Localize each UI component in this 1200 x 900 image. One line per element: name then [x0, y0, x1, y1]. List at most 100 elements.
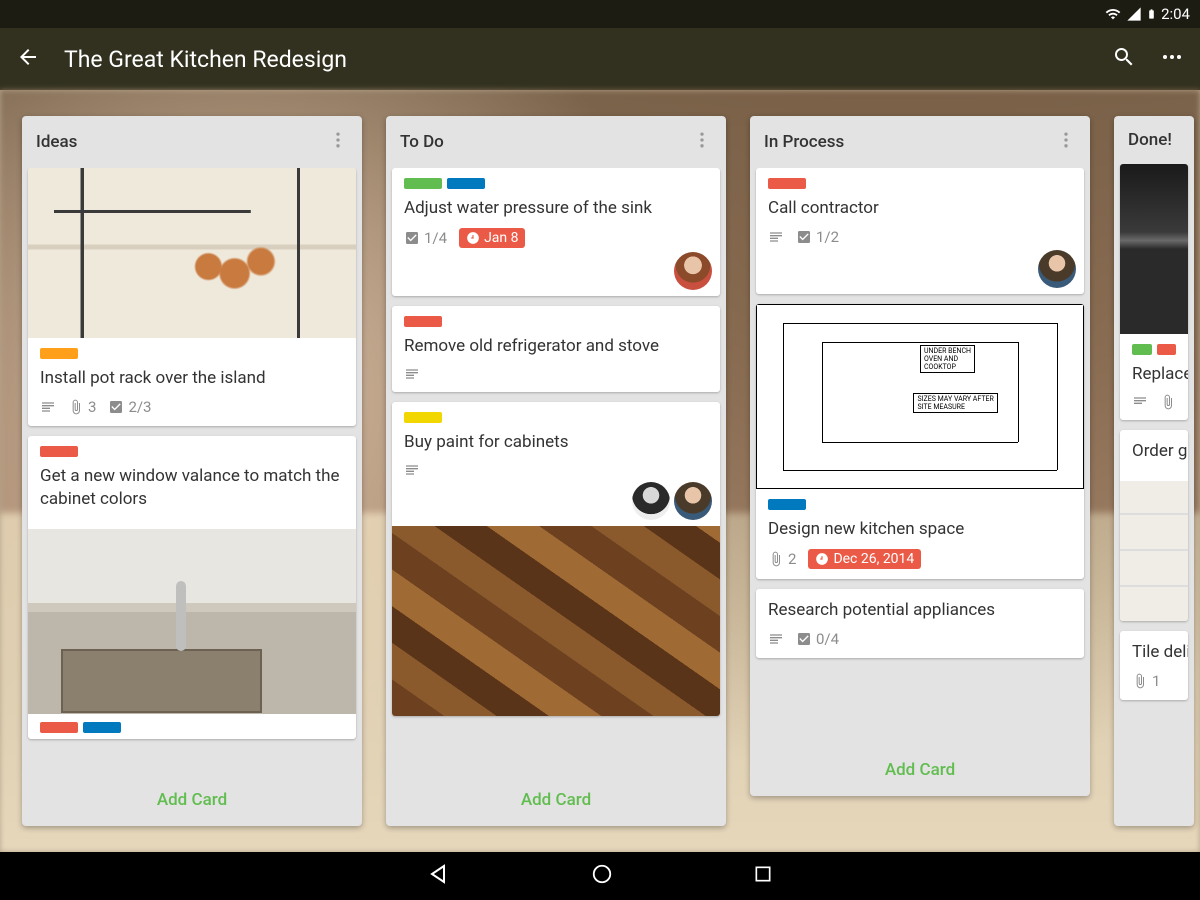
- card-badges: 1/4 Jan 8: [404, 228, 708, 248]
- attachment-badge: [1160, 394, 1176, 410]
- overflow-button[interactable]: [1160, 45, 1184, 73]
- list-title: Ideas: [36, 132, 328, 152]
- card-title: Get a new window valance to match the ca…: [40, 465, 344, 511]
- card[interactable]: Call contractor 1/2: [756, 168, 1084, 294]
- list-todo: To Do Adjust water pressure of the sink …: [386, 116, 726, 826]
- description-icon: [768, 229, 784, 245]
- card-cover-image: UNDER BENCHOVEN ANDCOOKTOP SIZES MAY VAR…: [756, 304, 1084, 489]
- checklist-badge: 1/4: [404, 229, 447, 247]
- attachment-badge: 3: [68, 398, 96, 416]
- card[interactable]: Replace old ones: [1120, 164, 1188, 420]
- card-title: Tile delive: [1132, 641, 1176, 664]
- more-vert-icon: [692, 130, 712, 150]
- description-icon: [404, 462, 420, 478]
- arrow-back-icon: [16, 45, 40, 69]
- list-title: To Do: [400, 132, 692, 152]
- nav-back-button[interactable]: [427, 862, 451, 890]
- card[interactable]: Remove old refrigerator and stove: [392, 306, 720, 392]
- add-card-button[interactable]: Add Card: [386, 774, 726, 826]
- member-avatar[interactable]: [674, 252, 712, 290]
- label-red: [404, 316, 442, 327]
- android-status-bar: 2:04: [0, 0, 1200, 28]
- label-green: [404, 178, 442, 189]
- card-title: Call contractor: [768, 197, 1072, 220]
- card[interactable]: Tile delive 1: [1120, 631, 1188, 700]
- description-icon: [768, 631, 784, 647]
- card[interactable]: Install pot rack over the island 3 2/3: [28, 168, 356, 426]
- member-avatar[interactable]: [632, 482, 670, 520]
- checklist-badge: 1/2: [796, 228, 839, 246]
- card-cover-image: [28, 529, 356, 714]
- signal-icon: [1126, 6, 1142, 22]
- description-icon: [40, 399, 56, 415]
- triangle-back-icon: [427, 862, 451, 886]
- card-badges: [1132, 394, 1176, 410]
- checklist-badge: 0/4: [796, 630, 839, 648]
- add-card-button[interactable]: Add Card: [750, 744, 1090, 796]
- checklist-badge: 2/3: [108, 398, 151, 416]
- card[interactable]: Order gla: [1120, 430, 1188, 621]
- card-badges: [404, 462, 708, 478]
- card[interactable]: Adjust water pressure of the sink 1/4 Ja…: [392, 168, 720, 296]
- card-title: Adjust water pressure of the sink: [404, 197, 708, 220]
- card-badges: 0/4: [768, 630, 1072, 648]
- card[interactable]: Get a new window valance to match the ca…: [28, 436, 356, 739]
- card-badges: 1/2: [768, 228, 1072, 246]
- description-icon: [404, 366, 420, 382]
- card[interactable]: UNDER BENCHOVEN ANDCOOKTOP SIZES MAY VAR…: [756, 304, 1084, 579]
- card-title: Install pot rack over the island: [40, 367, 344, 390]
- list-menu-button[interactable]: [692, 130, 712, 154]
- board-title: The Great Kitchen Redesign: [64, 46, 1088, 73]
- card[interactable]: Buy paint for cabinets: [392, 402, 720, 716]
- card-title: Buy paint for cabinets: [404, 431, 708, 454]
- battery-icon: [1146, 5, 1157, 23]
- due-date-badge: Jan 8: [459, 228, 525, 248]
- label-orange: [40, 348, 78, 359]
- due-date-badge: Dec 26, 2014: [808, 549, 921, 569]
- card-cover-image: [392, 526, 720, 716]
- description-icon: [1132, 394, 1148, 410]
- label-green: [1132, 344, 1152, 355]
- card-badges: [404, 366, 708, 382]
- search-icon: [1112, 45, 1136, 69]
- list-in-process: In Process Call contractor 1/2: [750, 116, 1090, 796]
- android-nav-bar: [0, 852, 1200, 900]
- add-card-button[interactable]: Add Card: [22, 774, 362, 826]
- card-badges: 1: [1132, 672, 1176, 690]
- label-blue: [768, 499, 806, 510]
- member-avatar[interactable]: [674, 482, 712, 520]
- list-menu-button[interactable]: [1056, 130, 1076, 154]
- circle-home-icon: [591, 863, 613, 885]
- list-menu-button[interactable]: [328, 130, 348, 154]
- more-vert-icon: [1056, 130, 1076, 150]
- label-blue: [83, 722, 121, 733]
- app-bar: The Great Kitchen Redesign: [0, 28, 1200, 90]
- wifi-icon: [1104, 6, 1122, 22]
- attachment-badge: 1: [1132, 672, 1160, 690]
- list-ideas: Ideas Install pot rack over the island 3…: [22, 116, 362, 826]
- card-title: Order gla: [1132, 440, 1176, 463]
- more-horiz-icon: [1160, 45, 1184, 69]
- board-columns[interactable]: Ideas Install pot rack over the island 3…: [0, 90, 1200, 852]
- card-title: Replace old ones: [1132, 363, 1176, 386]
- nav-home-button[interactable]: [591, 863, 613, 889]
- label-red: [40, 446, 78, 457]
- member-avatar[interactable]: [1038, 250, 1076, 288]
- label-red: [768, 178, 806, 189]
- card-title: Research potential appliances: [768, 599, 1072, 622]
- more-vert-icon: [328, 130, 348, 150]
- card-cover-image: [1120, 481, 1188, 621]
- label-blue: [447, 178, 485, 189]
- back-button[interactable]: [16, 45, 40, 73]
- square-recents-icon: [753, 864, 773, 884]
- search-button[interactable]: [1112, 45, 1136, 73]
- card-cover-image: [28, 168, 356, 338]
- card[interactable]: Research potential appliances 0/4: [756, 589, 1084, 658]
- label-red: [40, 722, 78, 733]
- card-badges: 3 2/3: [40, 398, 344, 416]
- list-title: Done!: [1128, 130, 1180, 150]
- nav-recents-button[interactable]: [753, 864, 773, 888]
- attachment-badge: 2: [768, 550, 796, 568]
- label-red: [1157, 344, 1177, 355]
- label-yellow: [404, 412, 442, 423]
